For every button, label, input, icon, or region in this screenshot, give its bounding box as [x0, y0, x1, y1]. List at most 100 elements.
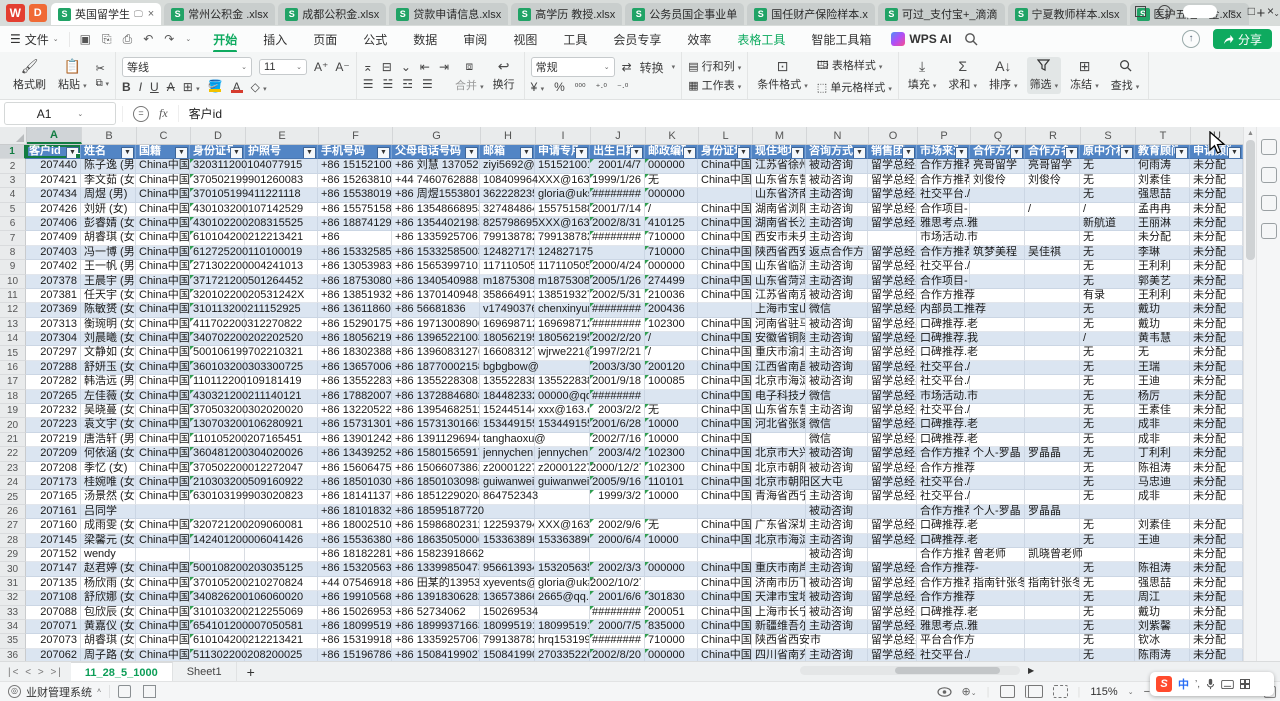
cell[interactable]: 152445144 — [480, 404, 535, 418]
cell[interactable]: 000000 — [645, 260, 698, 274]
cell[interactable]: 2001/6/6 — [590, 591, 645, 605]
cell[interactable]: +86 17882007442 — [318, 390, 392, 404]
cell[interactable]: 指南针张冬 — [970, 577, 1025, 591]
cell[interactable]: 210303200509160922 — [190, 476, 245, 490]
cell[interactable]: +86 15084199027 — [392, 649, 480, 661]
cell[interactable]: 2002/5/31 — [590, 289, 645, 303]
cell[interactable]: +86 刘慧 13705274208 — [392, 159, 480, 173]
ime-language-toggle[interactable]: 中 — [1178, 676, 1189, 692]
filter-dropdown-icon[interactable]: ▼ — [230, 147, 243, 160]
maximize-button[interactable]: □ — [1248, 4, 1255, 18]
cell[interactable]: 被动咨询 — [806, 606, 868, 620]
cell[interactable]: 河南省驻马店市 — [752, 318, 806, 332]
menu-item-效率[interactable]: 效率 — [675, 28, 723, 51]
cell[interactable]: 无 — [1080, 606, 1135, 620]
cell[interactable]: 天津市宝坻区 — [752, 591, 806, 605]
column-header-T[interactable]: T — [1136, 127, 1191, 144]
cell[interactable]: 10000 — [645, 433, 698, 447]
cell[interactable]: 主动咨询 — [806, 275, 868, 289]
cell[interactable]: 口碑推荐.老 — [917, 346, 970, 360]
row-number[interactable]: 14 — [0, 332, 26, 346]
cell[interactable]: 000000 — [645, 188, 698, 202]
cell[interactable]: +86 15823918662 — [392, 548, 480, 562]
cell[interactable]: China中国 — [698, 519, 752, 533]
cell[interactable]: 王素佳 — [1135, 404, 1190, 418]
cell[interactable]: +86 19910568355 — [318, 591, 392, 605]
header-cell[interactable]: 合作方公司▼ — [970, 145, 1025, 159]
italic-button[interactable]: I — [139, 80, 142, 94]
cell[interactable]: 山东省东营市 — [752, 174, 806, 188]
cell[interactable]: China中国 — [698, 390, 752, 404]
cell[interactable]: 王利利 — [1135, 289, 1190, 303]
font-size-select[interactable]: 11⌄ — [259, 59, 307, 75]
filter-dropdown-icon[interactable]: ▼ — [377, 147, 390, 160]
cell[interactable]: v17490376 — [480, 303, 535, 317]
filter-dropdown-icon[interactable]: ▼ — [737, 147, 750, 160]
minimize-button[interactable]: − — [1229, 4, 1236, 18]
cell[interactable]: 未分配 — [1190, 203, 1243, 217]
cell[interactable]: China中国 — [136, 534, 190, 548]
cell[interactable]: +86 13728846808 — [392, 390, 480, 404]
cell[interactable]: 留学总经办 — [868, 490, 917, 504]
cell[interactable]: 无 — [1080, 188, 1135, 202]
cell[interactable]: 陕西省西安 — [752, 246, 806, 260]
cell[interactable]: 124827175 — [480, 246, 535, 260]
cell[interactable]: 未分配 — [1190, 275, 1243, 289]
cell[interactable]: gloria@ukstudy.cn — [535, 188, 590, 202]
cell[interactable]: 韩浩远 (男) — [81, 375, 136, 389]
cell[interactable]: 2000/12/27 — [590, 462, 645, 476]
cell[interactable]: jennychen@163.com — [480, 447, 535, 461]
cell[interactable]: 留学总经办 — [868, 404, 917, 418]
row-number[interactable]: 21 — [0, 433, 26, 447]
zoom-level[interactable]: 115% — [1090, 686, 1117, 698]
sheet-tab-11_28_5_1000[interactable]: 11_28_5_1000 — [71, 662, 173, 682]
wrap-text-button[interactable]: ↩ 换行 — [490, 57, 518, 94]
freeze-button[interactable]: ⊞ 冻结 ▾ — [1067, 57, 1102, 94]
microphone-icon[interactable] — [1206, 678, 1215, 690]
indent-increase-icon[interactable]: ⇥ — [439, 60, 449, 74]
function-circle-icon[interactable]: = — [133, 106, 149, 122]
cell[interactable]: +86 15332585003 — [392, 246, 480, 260]
cell[interactable]: 207062 — [26, 649, 81, 661]
cell[interactable]: z20001227 — [480, 462, 535, 476]
cell[interactable]: 北京市朝阳区 — [752, 462, 806, 476]
cell[interactable]: 500108200203035125 — [190, 562, 245, 576]
cell[interactable]: 黄嘉仪 (女) — [81, 620, 136, 634]
align-top-icon[interactable]: ⌅ — [363, 60, 373, 74]
file-tab[interactable]: S成都公积金.xlsx — [278, 3, 386, 25]
cell[interactable]: China中国 — [136, 246, 190, 260]
cell[interactable]: 117110505 — [480, 260, 535, 274]
horizontal-scrollbar[interactable] — [800, 666, 1020, 675]
cell[interactable]: 511302200208200025 — [190, 649, 245, 661]
filter-dropdown-icon[interactable]: ▼ — [791, 147, 804, 160]
cell[interactable]: 2000/6/4 — [590, 534, 645, 548]
cell[interactable]: 108409964XXX@163.com — [480, 174, 535, 188]
cell[interactable]: 山东省东营市 — [752, 404, 806, 418]
cell[interactable]: 主动咨询 — [806, 490, 868, 504]
cell[interactable]: China中国 — [698, 159, 752, 173]
cell[interactable]: 成雨雯 (女) — [81, 519, 136, 533]
cell[interactable]: ######## — [590, 390, 645, 404]
cell[interactable]: 无 — [1080, 404, 1135, 418]
chevron-down-icon[interactable]: ⌄ — [185, 35, 191, 43]
cell[interactable]: 王利利 — [1135, 260, 1190, 274]
cell[interactable]: 956613934 — [480, 562, 535, 576]
cell[interactable]: 207152 — [26, 548, 81, 562]
menu-item-页面[interactable]: 页面 — [301, 28, 349, 51]
cell[interactable]: 358664913 — [480, 289, 535, 303]
cell[interactable]: 136573866 — [480, 591, 535, 605]
cell[interactable]: 社交平台./ — [917, 375, 970, 389]
cell[interactable]: 社交平台./ — [917, 260, 970, 274]
cell[interactable]: 唐浩轩 (男) — [81, 433, 136, 447]
cell[interactable]: 主动咨询 — [806, 332, 868, 346]
cell[interactable]: 2002/2/20 — [590, 332, 645, 346]
cell[interactable]: 北京市朝阳区大屯 — [752, 476, 806, 490]
align-center-icon[interactable]: ☱ — [382, 77, 393, 91]
cell[interactable]: / — [645, 332, 698, 346]
merge-cells-label[interactable]: 合并 ▾ — [455, 77, 484, 93]
header-cell[interactable]: 申请专用▼ — [535, 145, 590, 159]
cell[interactable]: 刘素佳 — [1135, 519, 1190, 533]
header-cell[interactable]: 咨询方式▼ — [806, 145, 868, 159]
cell[interactable]: 指南针张冬 — [1025, 577, 1080, 591]
font-name-select[interactable]: 等线⌄ — [122, 57, 252, 77]
